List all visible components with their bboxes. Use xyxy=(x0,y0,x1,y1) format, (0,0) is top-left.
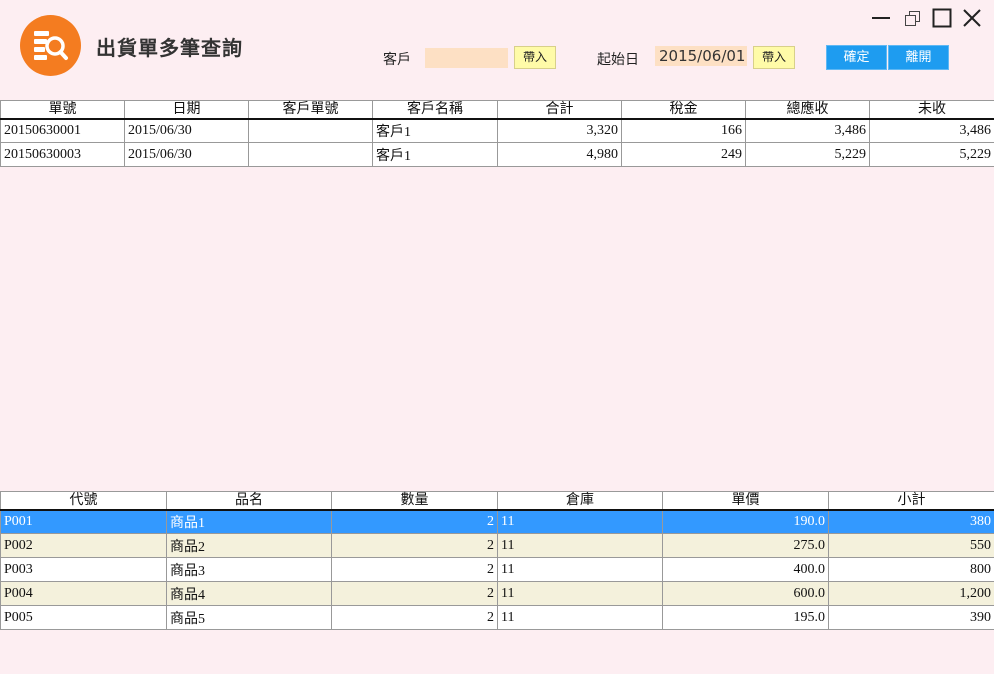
app-logo xyxy=(20,15,81,76)
subtotal-cell[interactable]: 800 xyxy=(828,557,994,582)
customer-name-cell[interactable]: 客戶1 xyxy=(372,142,498,167)
product-code-cell[interactable]: P001 xyxy=(0,509,167,534)
details-row[interactable]: P003 商品3 2 11 400.0 800 xyxy=(0,557,994,582)
warehouse-cell[interactable]: 11 xyxy=(497,557,663,582)
warehouse-cell[interactable]: 11 xyxy=(497,581,663,606)
quantity-cell[interactable]: 2 xyxy=(331,581,498,606)
orders-col-header[interactable]: 單號 xyxy=(0,100,125,120)
product-code-cell[interactable]: P005 xyxy=(0,605,167,630)
details-col-header[interactable]: 倉庫 xyxy=(497,491,663,511)
unreceived-cell[interactable]: 5,229 xyxy=(869,142,994,167)
product-name-cell[interactable]: 商品3 xyxy=(166,557,332,582)
quantity-cell[interactable]: 2 xyxy=(331,509,498,534)
exit-button[interactable]: 離開 xyxy=(888,45,949,70)
receivable-cell[interactable]: 5,229 xyxy=(745,142,870,167)
orders-col-header[interactable]: 客戶單號 xyxy=(248,100,373,120)
product-name-cell[interactable]: 商品2 xyxy=(166,533,332,558)
orders-header-row: 單號 日期 客戶單號 客戶名稱 合計 稅金 總應收 未收 xyxy=(0,100,994,120)
warehouse-cell[interactable]: 11 xyxy=(497,533,663,558)
minimize-icon[interactable] xyxy=(871,8,891,28)
order-date-cell[interactable]: 2015/06/30 xyxy=(124,118,249,143)
details-col-header[interactable]: 單價 xyxy=(662,491,829,511)
close-icon[interactable] xyxy=(962,8,982,28)
order-number-cell[interactable]: 20150630003 xyxy=(0,142,125,167)
total-cell[interactable]: 3,320 xyxy=(497,118,622,143)
customer-input[interactable] xyxy=(425,48,508,68)
product-code-cell[interactable]: P002 xyxy=(0,533,167,558)
orders-col-header[interactable]: 未收 xyxy=(869,100,994,120)
customer-order-number-cell[interactable] xyxy=(248,118,373,143)
tax-cell[interactable]: 249 xyxy=(621,142,746,167)
orders-row[interactable]: 20150630003 2015/06/30 客戶1 4,980 249 5,2… xyxy=(0,142,994,167)
tax-cell[interactable]: 166 xyxy=(621,118,746,143)
product-code-cell[interactable]: P004 xyxy=(0,581,167,606)
details-col-header[interactable]: 代號 xyxy=(0,491,167,511)
customer-label: 客戶 xyxy=(383,52,411,68)
start-date-label: 起始日 xyxy=(597,52,639,68)
app-window: 出貨單多筆查詢 客戶 帶入 起始日 2015/06/01 帶入 確定 離開 單號… xyxy=(0,0,994,674)
details-col-header[interactable]: 數量 xyxy=(331,491,498,511)
unreceived-cell[interactable]: 3,486 xyxy=(869,118,994,143)
orders-col-header[interactable]: 日期 xyxy=(124,100,249,120)
unit-price-cell[interactable]: 400.0 xyxy=(662,557,829,582)
confirm-button[interactable]: 確定 xyxy=(826,45,887,70)
details-table: 代號 品名 數量 倉庫 單價 小計 P001 商品1 2 11 190.0 38… xyxy=(0,491,994,630)
orders-row[interactable]: 20150630001 2015/06/30 客戶1 3,320 166 3,4… xyxy=(0,118,994,143)
unit-price-cell[interactable]: 275.0 xyxy=(662,533,829,558)
product-name-cell[interactable]: 商品4 xyxy=(166,581,332,606)
orders-col-header[interactable]: 合計 xyxy=(497,100,622,120)
start-date-import-button[interactable]: 帶入 xyxy=(753,46,795,69)
subtotal-cell[interactable]: 390 xyxy=(828,605,994,630)
unit-price-cell[interactable]: 195.0 xyxy=(662,605,829,630)
details-row[interactable]: P002 商品2 2 11 275.0 550 xyxy=(0,533,994,558)
details-col-header[interactable]: 品名 xyxy=(166,491,332,511)
details-row[interactable]: P005 商品5 2 11 195.0 390 xyxy=(0,605,994,630)
product-code-cell[interactable]: P003 xyxy=(0,557,167,582)
order-date-cell[interactable]: 2015/06/30 xyxy=(124,142,249,167)
orders-table: 單號 日期 客戶單號 客戶名稱 合計 稅金 總應收 未收 20150630001… xyxy=(0,100,994,167)
quantity-cell[interactable]: 2 xyxy=(331,557,498,582)
subtotal-cell[interactable]: 380 xyxy=(828,509,994,534)
details-row-selected[interactable]: P001 商品1 2 11 190.0 380 xyxy=(0,509,994,534)
warehouse-cell[interactable]: 11 xyxy=(497,605,663,630)
maximize-icon[interactable] xyxy=(932,8,952,28)
search-document-icon xyxy=(34,31,68,60)
customer-order-number-cell[interactable] xyxy=(248,142,373,167)
quantity-cell[interactable]: 2 xyxy=(331,533,498,558)
orders-col-header[interactable]: 總應收 xyxy=(745,100,870,120)
unit-price-cell[interactable]: 190.0 xyxy=(662,509,829,534)
restore-icon[interactable] xyxy=(903,8,923,28)
quantity-cell[interactable]: 2 xyxy=(331,605,498,630)
details-header-row: 代號 品名 數量 倉庫 單價 小計 xyxy=(0,491,994,511)
unit-price-cell[interactable]: 600.0 xyxy=(662,581,829,606)
subtotal-cell[interactable]: 550 xyxy=(828,533,994,558)
orders-col-header[interactable]: 稅金 xyxy=(621,100,746,120)
receivable-cell[interactable]: 3,486 xyxy=(745,118,870,143)
start-date-input[interactable]: 2015/06/01 xyxy=(655,46,747,66)
page-title: 出貨單多筆查詢 xyxy=(96,36,243,60)
customer-name-cell[interactable]: 客戶1 xyxy=(372,118,498,143)
warehouse-cell[interactable]: 11 xyxy=(497,509,663,534)
product-name-cell[interactable]: 商品5 xyxy=(166,605,332,630)
subtotal-cell[interactable]: 1,200 xyxy=(828,581,994,606)
customer-import-button[interactable]: 帶入 xyxy=(514,46,556,69)
details-col-header[interactable]: 小計 xyxy=(828,491,994,511)
details-row[interactable]: P004 商品4 2 11 600.0 1,200 xyxy=(0,581,994,606)
orders-col-header[interactable]: 客戶名稱 xyxy=(372,100,498,120)
product-name-cell[interactable]: 商品1 xyxy=(166,509,332,534)
order-number-cell[interactable]: 20150630001 xyxy=(0,118,125,143)
total-cell[interactable]: 4,980 xyxy=(497,142,622,167)
